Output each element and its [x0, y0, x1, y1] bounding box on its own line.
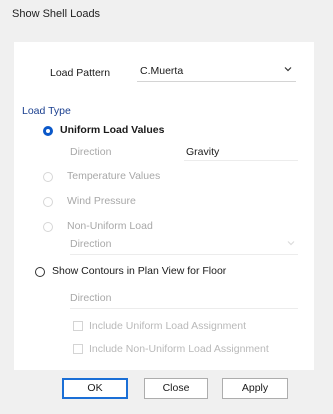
- include-non-uniform-label: Include Non-Uniform Load Assignment: [89, 343, 269, 355]
- load-pattern-value: C.Muerta: [140, 65, 184, 77]
- show-contours-radio[interactable]: [35, 267, 45, 277]
- include-uniform-checkbox[interactable]: [73, 321, 83, 331]
- load-pattern-select[interactable]: C.Muerta: [137, 61, 296, 82]
- direction-underline: [184, 160, 298, 161]
- dialog-panel: Load Pattern C.Muerta Load Type Uniform …: [14, 42, 314, 370]
- load-type-group-label: Load Type: [22, 105, 71, 117]
- apply-button[interactable]: Apply: [222, 378, 288, 399]
- chevron-down-icon: [284, 67, 292, 72]
- include-non-uniform-checkbox[interactable]: [73, 344, 83, 354]
- direction-value[interactable]: Gravity: [186, 146, 219, 158]
- load-pattern-label: Load Pattern: [50, 67, 111, 79]
- include-uniform-label: Include Uniform Load Assignment: [89, 320, 247, 332]
- direction-label: Direction: [70, 146, 112, 158]
- show-contours-label: Show Contours in Plan View for Floor: [52, 265, 227, 277]
- uniform-load-values-radio[interactable]: [43, 126, 53, 136]
- chevron-down-icon: [287, 241, 295, 246]
- temperature-values-label: Temperature Values: [67, 170, 161, 182]
- non-uniform-direction-underline: [70, 254, 298, 255]
- wind-pressure-label: Wind Pressure: [67, 195, 136, 207]
- window-title: Show Shell Loads: [12, 8, 101, 20]
- ok-button[interactable]: OK: [62, 378, 128, 399]
- non-uniform-load-radio[interactable]: [43, 222, 53, 232]
- uniform-load-values-label: Uniform Load Values: [60, 124, 165, 136]
- close-button[interactable]: Close: [144, 378, 208, 399]
- temperature-values-radio[interactable]: [43, 172, 53, 182]
- non-uniform-direction-label: Direction: [70, 238, 112, 250]
- wind-pressure-radio[interactable]: [43, 197, 53, 207]
- contours-direction-label: Direction: [70, 292, 112, 304]
- non-uniform-load-label: Non-Uniform Load: [67, 220, 153, 232]
- contours-direction-underline: [70, 308, 298, 309]
